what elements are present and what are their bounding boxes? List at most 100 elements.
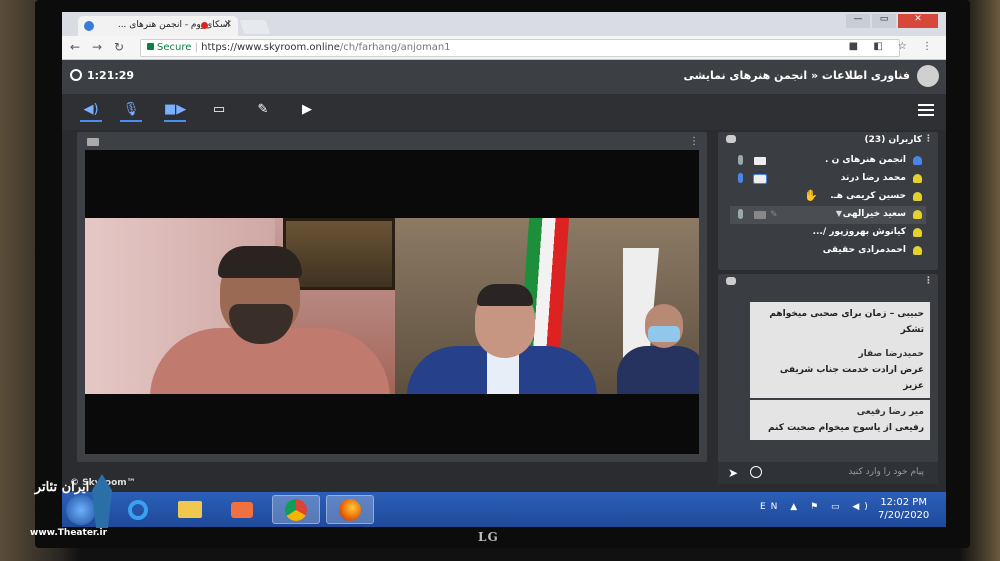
chat-panel-header: ⋮ <box>718 274 938 290</box>
maximize-icon[interactable]: ▭ <box>872 14 896 28</box>
user-name: حسین کریمی هـ. <box>830 191 906 201</box>
video-options-icon[interactable]: ⋮ <box>689 136 699 147</box>
video-feed-2 <box>395 218 699 394</box>
watermark: ایران تئاتر www.Theater.ir <box>30 470 126 542</box>
url-field[interactable]: Secure | https://www.skyroom.online/ch/f… <box>140 39 900 57</box>
user-name: کیانوش بهروزپور /... <box>812 227 906 237</box>
clock-time: 12:02 PM <box>880 497 927 508</box>
camera-icon[interactable] <box>754 211 766 219</box>
tab-close-icon[interactable]: ✕ <box>224 19 232 30</box>
folder-icon <box>178 501 202 518</box>
user-name: احمدمرادی حقیقی <box>822 245 906 255</box>
message-text: عرض ارادت خدمت جناب شریفی عزیز <box>779 365 924 391</box>
chat-options-icon[interactable]: ⋮ <box>924 276 933 286</box>
menu-icon[interactable] <box>918 104 934 116</box>
chat-input[interactable]: ➤ پیام خود را وارد کنید <box>718 462 938 484</box>
user-icon <box>913 228 922 237</box>
camera-icon[interactable] <box>753 174 767 184</box>
raised-hand-icon[interactable]: ✋ <box>804 189 818 202</box>
url-path: /ch/farhang/anjoman1 <box>339 42 451 53</box>
chat-message: حمیدرضا صفار عرض ارادت خدمت جناب شریفی ع… <box>750 342 930 398</box>
secure-label: Secure <box>157 42 192 53</box>
mic-icon[interactable] <box>738 155 743 165</box>
skyroom-favicon-icon <box>84 21 94 31</box>
back-icon[interactable]: ← <box>70 40 80 54</box>
video-camera-icon <box>87 138 99 146</box>
system-tray[interactable]: EN ▲ ⚑ ▭ ◀) <box>760 502 873 512</box>
breadcrumb: فناوری اطلاعات « انجمن هنرهای نمایشی <box>683 69 911 82</box>
language-indicator[interactable]: EN <box>760 502 782 512</box>
chat-message: میر رضا رفیعی رفیعی از یاسوج میخوام صحبت… <box>750 400 930 440</box>
message-author: میر رضا رفیعی <box>856 407 924 417</box>
user-icon <box>913 246 922 255</box>
taskbar-explorer[interactable] <box>166 495 214 524</box>
chrome-icon <box>285 498 307 521</box>
mic-icon[interactable] <box>738 173 743 183</box>
avatar[interactable] <box>917 65 939 87</box>
clock-date: 7/20/2020 <box>878 510 930 521</box>
send-icon[interactable]: ➤ <box>728 466 738 480</box>
chat-placeholder: پیام خود را وارد کنید <box>848 467 924 477</box>
watermark-url: www.Theater.ir <box>30 528 108 538</box>
extension-icons[interactable]: ■ ◧ ☆ ⋮ <box>849 41 938 52</box>
taskbar: EN ▲ ⚑ ▭ ◀) 12:02 PM 7/20/2020 <box>62 492 946 527</box>
video-feed-1 <box>85 218 395 394</box>
user-name: سعید خیرالهی <box>842 209 906 219</box>
admin-user-icon <box>913 156 922 165</box>
firefox-icon <box>339 498 361 521</box>
chat-message: حبیبی – زمان برای صحبی میخواهم تشکر <box>750 302 930 342</box>
user-icon <box>913 210 922 219</box>
app-header: 1:21:29 فناوری اطلاعات « انجمن هنرهای نم… <box>62 60 946 94</box>
user-row[interactable]: ✋ حسین کریمی هـ. <box>730 188 926 206</box>
camera-icon[interactable] <box>754 157 766 165</box>
taskbar-chrome[interactable] <box>272 495 320 524</box>
user-icon <box>913 174 922 183</box>
taskbar-firefox[interactable] <box>326 495 374 524</box>
video-panel: ⋮ <box>77 132 707 462</box>
media-toolbar: ◀) 🎙 ■▶ ▭ ✎ ▶ <box>62 94 946 130</box>
emoji-icon[interactable] <box>750 466 762 478</box>
user-row[interactable]: انجمن هنرهای ن . <box>730 152 926 170</box>
ie-icon <box>128 499 148 520</box>
recording-icon <box>201 22 208 29</box>
whiteboard-icon[interactable]: ✎ <box>252 102 274 122</box>
user-name: محمد رضا درند <box>840 173 906 183</box>
user-name: انجمن هنرهای ن . <box>825 155 906 165</box>
close-icon[interactable]: ✕ <box>898 14 938 28</box>
tab-title: اسکای‌روم - انجمن هنرهای ... <box>117 20 230 30</box>
media-player-icon <box>231 501 253 518</box>
users-title: کاربران (23) <box>864 135 922 145</box>
user-row-selected[interactable]: ✎ ▼ سعید خیرالهی <box>730 206 926 224</box>
user-icon <box>913 192 922 201</box>
theater-logo-icon <box>92 474 112 528</box>
session-timer: 1:21:29 <box>70 69 134 82</box>
forward-icon[interactable]: → <box>92 40 102 54</box>
screen-share-icon[interactable]: ▭ <box>208 102 230 122</box>
timer-value: 1:21:29 <box>87 69 135 82</box>
message-text: حبیبی – زمان برای صحبی میخواهم تشکر <box>769 309 924 335</box>
chevron-down-icon[interactable]: ▼ <box>836 209 842 218</box>
monitor-brand: LG <box>478 530 499 544</box>
video-file-icon[interactable]: ▶ <box>296 102 318 122</box>
taskbar-media[interactable] <box>218 495 266 524</box>
watermark-name: ایران تئاتر <box>34 480 90 495</box>
browser-tab-bar: اسکای‌روم - انجمن هنرهای ... ✕ — ▭ ✕ <box>62 12 946 36</box>
pen-icon[interactable]: ✎ <box>770 210 778 220</box>
new-tab-button[interactable] <box>239 20 271 34</box>
reload-icon[interactable]: ↻ <box>114 40 124 54</box>
mic-icon[interactable]: 🎙 <box>120 102 142 122</box>
camera-icon[interactable]: ■▶ <box>164 102 186 122</box>
taskbar-clock[interactable]: 12:02 PM 7/20/2020 <box>878 496 929 522</box>
message-text: رفیعی از یاسوج میخوام صحبت کنم <box>767 423 924 433</box>
users-panel-header: کاربران (23) ⋮ <box>718 132 938 148</box>
user-row[interactable]: احمدمرادی حقیقی <box>730 242 926 260</box>
mic-icon[interactable] <box>738 209 743 219</box>
user-row[interactable]: کیانوش بهروزپور /... <box>730 224 926 242</box>
browser-tab[interactable]: اسکای‌روم - انجمن هنرهای ... ✕ <box>78 16 238 36</box>
minimize-icon[interactable]: — <box>846 14 870 28</box>
speaker-icon[interactable]: ◀) <box>80 102 102 122</box>
chat-icon <box>726 277 736 285</box>
message-author: حمیدرضا صفار <box>858 349 924 359</box>
user-row[interactable]: محمد رضا درند <box>730 170 926 188</box>
users-options-icon[interactable]: ⋮ <box>924 134 933 144</box>
